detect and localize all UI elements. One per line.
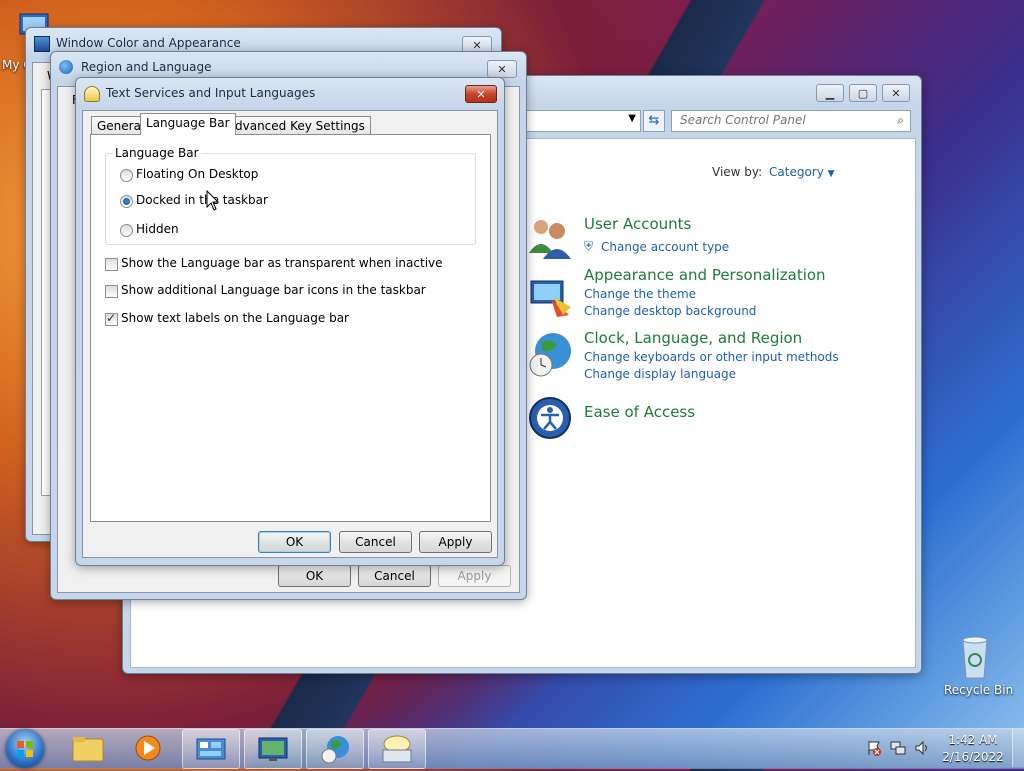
text-services-dialog: Text Services and Input Languages ✕ Gene… bbox=[75, 77, 505, 566]
change-display-language-link[interactable]: Change display language bbox=[584, 367, 736, 381]
appearance-icon bbox=[527, 275, 573, 319]
taskbar-text-services-button[interactable] bbox=[368, 729, 426, 769]
clock-date[interactable]: 2/16/2022 bbox=[940, 750, 1006, 764]
tab-advanced-key-settings[interactable]: Advanced Key Settings bbox=[221, 116, 371, 135]
hidden-label[interactable]: Hidden bbox=[136, 222, 179, 236]
dialog-body: General Language Bar Advanced Key Settin… bbox=[82, 110, 498, 558]
ease-of-access-icon bbox=[527, 395, 573, 441]
text-labels-checkbox[interactable] bbox=[105, 311, 118, 326]
taskbar-appearance-button[interactable] bbox=[244, 729, 302, 769]
display-icon bbox=[258, 737, 288, 761]
address-bar[interactable]: ▼ bbox=[523, 110, 641, 132]
chevron-down-icon[interactable]: ▼ bbox=[628, 113, 636, 124]
close-button[interactable]: ✕ bbox=[465, 85, 497, 103]
region-apply-button: Apply bbox=[438, 565, 511, 587]
action-center-icon[interactable] bbox=[866, 740, 882, 756]
taskbar-media-player-button[interactable] bbox=[120, 729, 176, 767]
view-by-label: View by: bbox=[712, 165, 763, 179]
clock-time[interactable]: 1:42 AM bbox=[944, 733, 1002, 747]
close-button[interactable]: ✕ bbox=[882, 84, 910, 102]
start-button[interactable] bbox=[6, 730, 44, 768]
search-box[interactable]: ⌕ bbox=[671, 110, 911, 132]
user-accounts-icon bbox=[527, 215, 573, 259]
change-keyboards-link[interactable]: Change keyboards or other input methods bbox=[584, 350, 839, 364]
view-by-dropdown[interactable]: Category ▼ bbox=[769, 165, 835, 179]
hidden-radio[interactable] bbox=[120, 224, 133, 237]
taskbar-region-button[interactable] bbox=[306, 729, 364, 769]
floating-radio[interactable] bbox=[120, 169, 133, 182]
keyboard-icon bbox=[84, 86, 100, 102]
search-icon[interactable]: ⌕ bbox=[897, 113, 904, 128]
media-player-icon bbox=[135, 735, 161, 761]
windows-logo-icon bbox=[17, 741, 33, 757]
region-cancel-button[interactable]: Cancel bbox=[358, 565, 431, 587]
change-theme-link[interactable]: Change the theme bbox=[584, 287, 696, 301]
volume-icon[interactable] bbox=[914, 740, 930, 756]
dialog-apply-button[interactable]: Apply bbox=[419, 531, 492, 553]
maximize-button[interactable]: ▢ bbox=[849, 84, 877, 102]
text-labels-label[interactable]: Show text labels on the Language bar bbox=[121, 311, 349, 325]
folder-icon bbox=[72, 737, 104, 762]
taskbar-explorer-button[interactable] bbox=[60, 729, 116, 767]
window-color-icon bbox=[34, 36, 50, 52]
recycle-bin-icon[interactable] bbox=[955, 632, 995, 682]
chevron-down-icon: ▼ bbox=[827, 169, 835, 179]
globe-clock-icon bbox=[321, 736, 349, 764]
refresh-icon[interactable]: ⇆ bbox=[643, 110, 665, 132]
tab-panel: Language Bar Floating On Desktop Docked … bbox=[90, 134, 491, 522]
docked-label[interactable]: Docked in the taskbar bbox=[136, 193, 268, 207]
dialog-cancel-button[interactable]: Cancel bbox=[339, 531, 412, 553]
clock-language-heading[interactable]: Clock, Language, and Region bbox=[584, 329, 802, 347]
region-ok-button[interactable]: OK bbox=[278, 565, 351, 587]
close-button[interactable]: ✕ bbox=[487, 60, 517, 78]
transparent-label[interactable]: Show the Language bar as transparent whe… bbox=[121, 256, 443, 270]
recycle-bin-label: Recycle Bin bbox=[944, 683, 1014, 697]
additional-icons-checkbox[interactable] bbox=[105, 285, 118, 298]
taskbar-control-panel-button[interactable] bbox=[182, 729, 240, 769]
additional-icons-label[interactable]: Show additional Language bar icons in th… bbox=[121, 283, 426, 297]
change-account-type-link[interactable]: Change account type bbox=[601, 240, 729, 254]
group-label: Language Bar bbox=[113, 146, 201, 160]
search-input[interactable] bbox=[672, 111, 880, 129]
control-panel-icon bbox=[196, 738, 226, 760]
window-color-title: Window Color and Appearance bbox=[56, 36, 241, 50]
transparent-checkbox[interactable] bbox=[105, 258, 118, 271]
appearance-heading[interactable]: Appearance and Personalization bbox=[584, 266, 826, 284]
docked-radio[interactable] bbox=[120, 195, 133, 208]
globe-icon bbox=[59, 60, 73, 74]
mouse-cursor bbox=[206, 189, 220, 212]
user-accounts-heading[interactable]: User Accounts bbox=[584, 215, 691, 233]
shield-icon: ⛨ bbox=[584, 239, 594, 253]
show-desktop-button[interactable] bbox=[1012, 729, 1024, 767]
floating-label[interactable]: Floating On Desktop bbox=[136, 167, 258, 181]
change-desktop-background-link[interactable]: Change desktop background bbox=[584, 304, 756, 318]
dialog-ok-button[interactable]: OK bbox=[258, 531, 331, 553]
keyboard-icon bbox=[382, 735, 412, 763]
clock-language-icon bbox=[527, 329, 573, 379]
tab-language-bar[interactable]: Language Bar bbox=[140, 113, 236, 135]
dialog-title: Text Services and Input Languages bbox=[106, 86, 316, 100]
ease-of-access-heading[interactable]: Ease of Access bbox=[584, 403, 695, 421]
region-language-title: Region and Language bbox=[81, 60, 212, 74]
minimize-button[interactable]: ▁ bbox=[816, 84, 844, 102]
network-icon[interactable] bbox=[890, 740, 906, 756]
